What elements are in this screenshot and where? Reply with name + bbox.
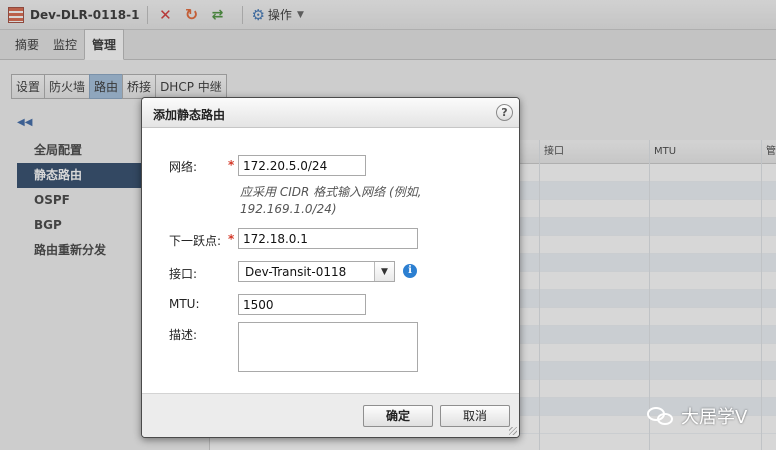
interface-value: Dev-Transit-0118 <box>245 264 347 279</box>
dialog-title: 添加静态路由 <box>153 108 226 122</box>
next-hop-label: 下一跃点: <box>169 234 222 248</box>
watermark-text: 大居学V <box>681 407 748 428</box>
add-static-route-dialog: 添加静态路由 ? 网络: * 应采用 CIDR 格式输入网络 (例如, 192.… <box>141 97 520 438</box>
dialog-footer: 确定 取消 <box>142 393 519 437</box>
mtu-label: MTU: <box>169 297 200 311</box>
chevron-down-icon[interactable]: ▼ <box>374 262 394 281</box>
cancel-button[interactable]: 取消 <box>440 405 510 427</box>
dialog-header: 添加静态路由 ? <box>142 98 519 128</box>
ok-button[interactable]: 确定 <box>363 405 433 427</box>
network-label: 网络: <box>169 160 198 174</box>
next-hop-input[interactable] <box>238 228 418 249</box>
interface-label: 接口: <box>169 267 198 281</box>
mtu-input[interactable] <box>238 294 366 315</box>
resize-grip-icon[interactable] <box>509 427 517 435</box>
description-label: 描述: <box>169 328 198 342</box>
help-icon[interactable]: ? <box>496 104 513 121</box>
network-hint: 应采用 CIDR 格式输入网络 (例如, 192.169.1.0/24) <box>240 185 422 216</box>
required-icon: * <box>228 232 235 246</box>
info-icon[interactable]: i <box>403 264 417 278</box>
description-textarea[interactable] <box>238 322 418 372</box>
required-icon: * <box>228 158 235 172</box>
watermark: 大居学V <box>647 403 747 429</box>
wechat-icon <box>647 405 675 427</box>
network-input[interactable] <box>238 155 366 176</box>
interface-select[interactable]: Dev-Transit-0118 ▼ <box>238 261 395 282</box>
